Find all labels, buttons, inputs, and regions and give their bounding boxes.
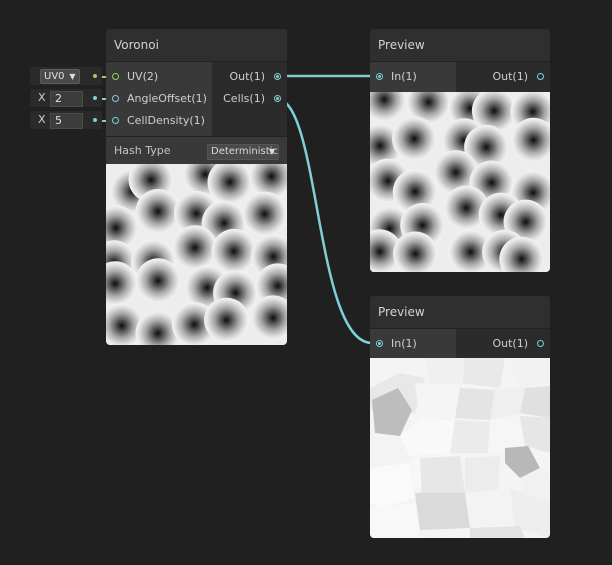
chevron-down-icon: ▼: [69, 72, 76, 81]
uv-connector-dot: [93, 74, 97, 78]
preview-node-bottom[interactable]: Preview In(1) Out(1): [370, 296, 550, 538]
preview-bottom-in-label: In(1): [391, 337, 417, 350]
port-cell-density[interactable]: CellDensity(1): [106, 110, 212, 132]
cell-density-axis-label: X: [38, 113, 46, 126]
out-port-dot[interactable]: [274, 73, 281, 80]
preview-top-out-label: Out(1): [492, 70, 528, 83]
preview-bottom-port-in[interactable]: In(1): [370, 333, 456, 355]
hash-type-dropdown[interactable]: Deterministic ▼: [207, 144, 279, 160]
voronoi-node[interactable]: Voronoi UV(2) AngleOffset(1) CellDensity…: [106, 29, 287, 345]
uv-channel-dropdown[interactable]: UV0 ▼: [40, 69, 80, 84]
angle-offset-port-label: AngleOffset(1): [127, 92, 207, 105]
preview-bottom-port-out[interactable]: Out(1): [456, 333, 550, 355]
uv-inline-input[interactable]: UV0 ▼: [30, 67, 102, 85]
preview-top-port-in[interactable]: In(1): [370, 66, 456, 88]
preview-bottom-out-label: Out(1): [492, 337, 528, 350]
preview-bottom-in-dot[interactable]: [376, 340, 383, 347]
voronoi-outputs: Out(1) Cells(1): [212, 62, 287, 136]
angle-offset-inline-input[interactable]: X 2: [30, 89, 102, 107]
cell-density-port-label: CellDensity(1): [127, 114, 205, 127]
port-cells[interactable]: Cells(1): [212, 88, 287, 110]
preview-bottom-image: [370, 358, 550, 538]
angle-offset-axis-label: X: [38, 91, 46, 104]
angle-offset-port-dot[interactable]: [112, 95, 119, 102]
cell-density-port-dot[interactable]: [112, 117, 119, 124]
angle-offset-connector-dot: [93, 96, 97, 100]
preview-bottom-outputs: Out(1): [456, 329, 550, 360]
preview-top-in-dot[interactable]: [376, 73, 383, 80]
preview-top-title: Preview: [370, 29, 550, 61]
cell-density-inline-input[interactable]: X 5: [30, 111, 102, 129]
cell-density-connector-dot: [93, 118, 97, 122]
voronoi-inputs: UV(2) AngleOffset(1) CellDensity(1): [106, 62, 212, 136]
cells-port-label: Cells(1): [223, 92, 265, 105]
preview-bottom-title: Preview: [370, 296, 550, 328]
preview-node-top[interactable]: Preview In(1) Out(1): [370, 29, 550, 272]
cell-density-field[interactable]: 5: [50, 113, 83, 129]
voronoi-preview-image: [106, 164, 287, 345]
chevron-down-icon: ▼: [268, 147, 275, 156]
preview-bottom-inputs: In(1): [370, 329, 456, 360]
out-port-label: Out(1): [229, 70, 265, 83]
wire-cells-to-preview-bottom: [276, 97, 373, 345]
uv-channel-value: UV0: [44, 71, 65, 82]
preview-bottom-out-dot[interactable]: [537, 340, 544, 347]
preview-top-port-out[interactable]: Out(1): [456, 66, 550, 88]
port-angle-offset[interactable]: AngleOffset(1): [106, 88, 212, 110]
uv-port-dot[interactable]: [112, 73, 119, 80]
preview-top-outputs: Out(1): [456, 62, 550, 93]
preview-top-in-label: In(1): [391, 70, 417, 83]
voronoi-node-title: Voronoi: [106, 29, 287, 61]
angle-offset-field[interactable]: 2: [50, 91, 83, 107]
preview-top-out-dot[interactable]: [537, 73, 544, 80]
uv-port-label: UV(2): [127, 70, 159, 83]
hash-type-row: Hash Type Deterministic ▼: [106, 136, 287, 165]
port-out[interactable]: Out(1): [212, 66, 287, 88]
port-uv[interactable]: UV(2): [106, 66, 212, 88]
hash-type-label: Hash Type: [114, 144, 171, 157]
preview-top-inputs: In(1): [370, 62, 456, 93]
cells-port-dot[interactable]: [274, 95, 281, 102]
preview-top-image: [370, 92, 550, 272]
